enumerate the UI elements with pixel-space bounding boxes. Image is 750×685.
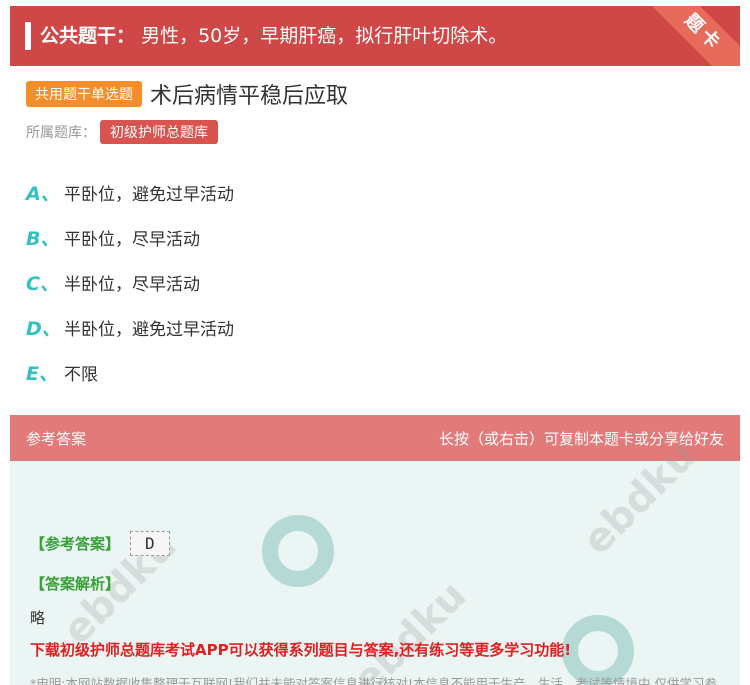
option-text: 平卧位，避免过早活动 — [64, 185, 234, 205]
question-bank-label: 所属题库： — [26, 125, 96, 141]
explanation-text: 略 — [30, 609, 46, 627]
option-letter: D、 — [26, 318, 61, 340]
option-a[interactable]: A、 平卧位，避免过早活动 — [26, 170, 234, 215]
question-type-badge: 共用题干单选题 — [26, 81, 142, 107]
reference-answer-row: 【参考答案】 D — [30, 531, 170, 556]
shared-stem-label: 公共题干： — [40, 25, 136, 47]
watermark-text: ebdku — [344, 572, 476, 685]
explanation-label: 【答案解析】 — [30, 575, 121, 593]
option-b[interactable]: B、 平卧位，尽早活动 — [26, 215, 234, 260]
option-c[interactable]: C、 半卧位，尽早活动 — [26, 260, 234, 305]
option-text: 不限 — [64, 365, 98, 385]
answer-panel: 参考答案 长按（或右击）可复制本题卡或分享给好友 ebdku ebdku ebd… — [10, 415, 740, 685]
option-letter: E、 — [26, 363, 58, 385]
reference-answer-value: D — [130, 531, 170, 556]
question-card-ribbon: 题卡 — [637, 6, 740, 66]
option-text: 半卧位，避免过早活动 — [64, 320, 234, 340]
question-title: 术后病情平稳后应取 — [150, 84, 349, 109]
question-header: 共用题干单选题 术后病情平稳后应取 — [26, 78, 348, 110]
answer-panel-header: 参考答案 长按（或右击）可复制本题卡或分享给好友 — [10, 415, 740, 461]
copy-share-hint[interactable]: 长按（或右击）可复制本题卡或分享给好友 — [439, 428, 724, 449]
reference-answer-label: 【参考答案】 — [30, 535, 121, 553]
option-letter: B、 — [26, 228, 60, 250]
answer-panel-title: 参考答案 — [26, 429, 87, 448]
question-bank-link[interactable]: 初级护师总题库 — [100, 120, 218, 144]
watermark-logo — [262, 515, 334, 587]
disclaimer-text: *申明:本网站数据收集整理于互联网!我们并未能对答案信息进行核对!本信息不能用于… — [30, 676, 717, 685]
app-download-promo[interactable]: 下载初级护师总题库考试APP可以获得系列题目与答案,还有练习等更多学习功能! — [30, 639, 571, 660]
option-d[interactable]: D、 半卧位，避免过早活动 — [26, 305, 234, 350]
option-text: 半卧位，尽早活动 — [64, 275, 200, 295]
shared-stem-content: 男性，50岁，早期肝癌，拟行肝叶切除术。 — [141, 25, 508, 47]
option-letter: C、 — [26, 273, 59, 295]
answer-options: A、 平卧位，避免过早活动 B、 平卧位，尽早活动 C、 半卧位，尽早活动 D、… — [26, 170, 234, 395]
banner-accent-bar — [25, 22, 31, 50]
option-text: 平卧位，尽早活动 — [64, 230, 200, 250]
question-bank-row: 所属题库： 初级护师总题库 — [26, 120, 218, 144]
shared-stem-text: 公共题干： 男性，50岁，早期肝癌，拟行肝叶切除术。 — [40, 6, 507, 66]
explanation-row: 【答案解析】 — [30, 573, 120, 594]
option-letter: A、 — [26, 183, 60, 205]
shared-stem-banner: 公共题干： 男性，50岁，早期肝癌，拟行肝叶切除术。 题卡 — [10, 6, 740, 66]
option-e[interactable]: E、 不限 — [26, 350, 234, 395]
